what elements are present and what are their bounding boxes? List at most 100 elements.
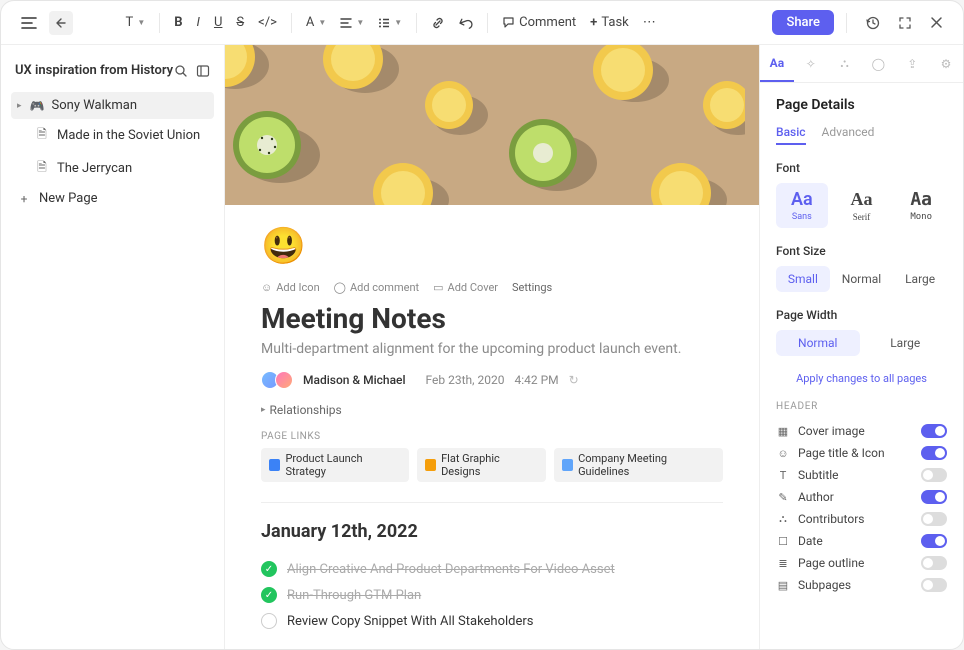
add-cover-button[interactable]: ▭ Add Cover [433, 281, 498, 294]
toggle-icon: ✎ [776, 490, 790, 504]
font-option[interactable]: AaSerif [836, 183, 888, 228]
task-button[interactable]: +Task [584, 11, 635, 34]
task-label[interactable]: Review Copy Snippet With All Stakeholder… [287, 614, 534, 629]
author-names: Madison & Michael [303, 373, 406, 387]
date-sync-icon[interactable]: ↻ [569, 373, 579, 387]
toggle-switch[interactable] [921, 424, 947, 438]
task-checkbox[interactable]: ✓ [261, 561, 277, 577]
task-label[interactable]: Align Creative And Product Departments F… [287, 562, 615, 577]
sidebar-item[interactable]: 🗎The Jerrycan [11, 152, 214, 185]
toggle-switch[interactable] [921, 446, 947, 460]
font-size-option[interactable]: Normal [834, 266, 889, 292]
sidebar-item[interactable]: ▸🎮Sony Walkman [11, 92, 214, 119]
new-page-button[interactable]: + New Page [11, 185, 214, 212]
toggle-switch[interactable] [921, 512, 947, 526]
caret-icon[interactable]: ▸ [17, 101, 22, 111]
new-page-label: New Page [39, 191, 98, 206]
subtab-advanced[interactable]: Advanced [822, 125, 875, 145]
tab-comments-icon[interactable]: ◯ [861, 45, 895, 82]
page-subtitle[interactable]: Multi-department alignment for the upcom… [261, 341, 723, 357]
collapse-sidebar-icon[interactable] [196, 64, 210, 78]
font-label: Font [776, 161, 947, 175]
history-icon[interactable] [859, 11, 886, 34]
add-icon-button[interactable]: ☺ Add Icon [261, 281, 320, 294]
tab-people-icon[interactable]: ⛬ [828, 45, 862, 82]
sidebar-item[interactable]: 🗎Made in the Soviet Union [11, 119, 214, 152]
expand-icon[interactable] [892, 12, 918, 34]
task-label[interactable]: Run-Through GTM Plan [287, 588, 421, 603]
menu-icon[interactable] [15, 12, 43, 34]
toggle-switch[interactable] [921, 556, 947, 570]
panel-title: Page Details [776, 97, 947, 113]
italic-button[interactable]: I [191, 11, 206, 34]
chip-label: Company Meeting Guidelines [578, 452, 715, 478]
chip-label: Product Launch Strategy [285, 452, 400, 478]
header-section-label: HEADER [776, 401, 947, 412]
page-date: Feb 23th, 2020 [426, 373, 505, 387]
tab-export-icon[interactable]: ⇪ [895, 45, 929, 82]
page-width-option[interactable]: Large [864, 330, 948, 356]
toggle-label: Date [798, 534, 823, 548]
right-panel: Aa ✧ ⛬ ◯ ⇪ ⚙ Page Details Basic Advanced… [759, 45, 963, 649]
divider [261, 502, 723, 503]
toggle-switch[interactable] [921, 490, 947, 504]
list-dropdown[interactable]: ▼ [372, 14, 408, 32]
chip-label: Flat Graphic Designs [441, 452, 537, 478]
toggle-label: Page outline [798, 556, 864, 570]
toggle-row: ✎Author [776, 486, 947, 508]
more-button[interactable]: ⋯ [637, 11, 662, 34]
bold-button[interactable]: B [168, 11, 188, 34]
sidebar-item-label: Made in the Soviet Union [57, 128, 200, 143]
task-row: ✓ Run-Through GTM Plan [261, 582, 723, 608]
font-option[interactable]: AaSans [776, 183, 828, 228]
page-settings-button[interactable]: Settings [512, 281, 552, 294]
page-link-chip[interactable]: Company Meeting Guidelines [554, 448, 723, 482]
undo-button[interactable] [453, 12, 479, 34]
add-comment-button[interactable]: ◯ Add comment [334, 281, 419, 294]
close-button[interactable] [924, 12, 949, 33]
apply-all-link[interactable]: Apply changes to all pages [776, 372, 947, 385]
sidebar-item-label: The Jerrycan [57, 161, 132, 176]
toggle-row: ▦Cover image [776, 420, 947, 442]
toggle-switch[interactable] [921, 468, 947, 482]
link-button[interactable] [425, 12, 451, 34]
toggle-row: ☐Date [776, 530, 947, 552]
align-dropdown[interactable]: ▼ [334, 14, 370, 32]
share-button[interactable]: Share [772, 10, 834, 35]
comment-button[interactable]: Comment [496, 11, 582, 34]
relationships-toggle[interactable]: ▸Relationships [261, 403, 723, 417]
page-links-label: PAGE LINKS [261, 431, 723, 442]
author-avatars [261, 371, 293, 389]
page-emoji[interactable]: 😃 [261, 225, 723, 267]
tab-settings-icon[interactable]: ⚙ [929, 45, 963, 82]
toggle-switch[interactable] [921, 578, 947, 592]
tab-ai-icon[interactable]: ✧ [794, 45, 828, 82]
page-width-option[interactable]: Normal [776, 330, 860, 356]
font-size-option[interactable]: Small [776, 266, 830, 292]
toggle-label: Contributors [798, 512, 864, 526]
back-button[interactable] [49, 11, 73, 35]
task-checkbox[interactable]: ✓ [261, 587, 277, 603]
text-style-dropdown[interactable]: T ▼ [120, 11, 152, 34]
right-panel-tabs: Aa ✧ ⛬ ◯ ⇪ ⚙ [760, 45, 963, 83]
code-button[interactable]: </> [252, 11, 283, 34]
task-checkbox[interactable] [261, 613, 277, 629]
color-dropdown[interactable]: A ▼ [300, 11, 332, 34]
cover-image[interactable] [225, 45, 759, 205]
strikethrough-button[interactable]: S [230, 11, 250, 34]
search-icon[interactable] [174, 64, 188, 78]
tab-typography[interactable]: Aa [760, 45, 794, 82]
font-option[interactable]: AaMono [895, 183, 947, 228]
page-title[interactable]: Meeting Notes [261, 302, 723, 335]
chip-color-icon [425, 459, 436, 471]
toggle-switch[interactable] [921, 534, 947, 548]
subtab-basic[interactable]: Basic [776, 125, 806, 145]
page-link-chip[interactable]: Flat Graphic Designs [417, 448, 546, 482]
task-row: Review Copy Snippet With All Stakeholder… [261, 608, 723, 634]
toggle-label: Subtitle [798, 468, 839, 482]
underline-button[interactable]: U [208, 11, 228, 34]
section-heading[interactable]: January 12th, 2022 [261, 521, 723, 542]
toggle-row: ☺Page title & Icon [776, 442, 947, 464]
font-size-option[interactable]: Large [893, 266, 947, 292]
page-link-chip[interactable]: Product Launch Strategy [261, 448, 409, 482]
